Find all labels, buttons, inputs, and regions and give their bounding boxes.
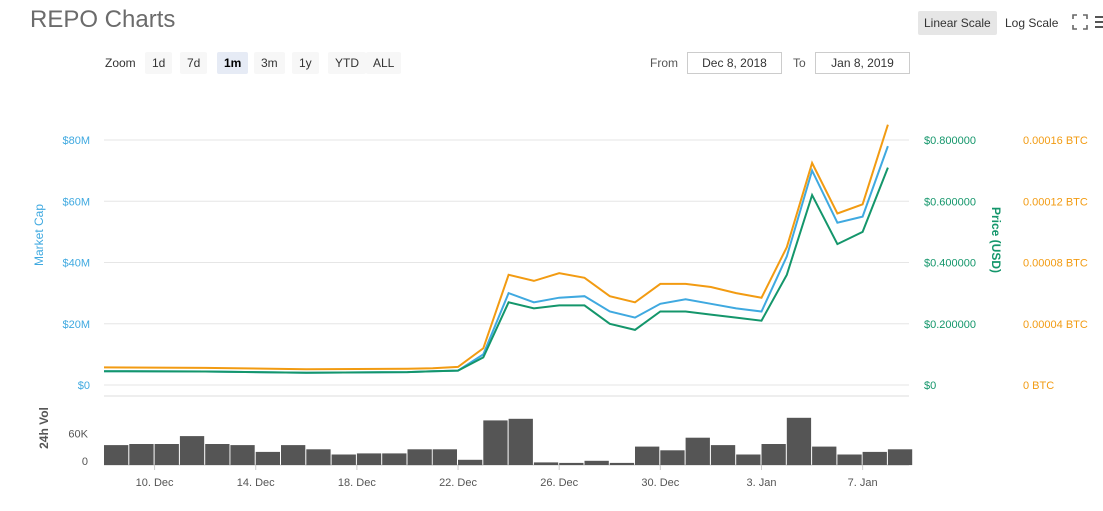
volume-bar xyxy=(862,451,887,465)
price-btc-tick: 0.00004 BTC xyxy=(1023,319,1088,331)
price-usd-line xyxy=(103,167,889,374)
x-tick-label: 7. Jan xyxy=(848,477,878,489)
x-tick-label: 10. Dec xyxy=(136,477,174,489)
market-cap-tick: $80M xyxy=(62,135,90,147)
volume-bar xyxy=(154,444,179,465)
volume-bar xyxy=(685,437,710,465)
volume-bar xyxy=(812,446,837,465)
volume-bar xyxy=(533,462,559,465)
x-tick-label: 14. Dec xyxy=(237,477,275,489)
x-tick-label: 3. Jan xyxy=(747,477,777,489)
price-usd-axis-label: Price (USD) xyxy=(989,207,1003,273)
price-chart[interactable]: $0 $20M $40M $60M $80M $0 $0.200000 $0.400000 $0… xyxy=(0,0,1103,511)
volume-bar xyxy=(736,454,761,465)
volume-tick: 0 xyxy=(82,456,88,468)
volume-bar xyxy=(609,462,635,465)
price-btc-tick: 0.00008 BTC xyxy=(1023,258,1088,270)
market-cap-tick: $20M xyxy=(62,319,90,331)
price-usd-tick: $0.400000 xyxy=(924,258,976,270)
volume-bar xyxy=(635,446,660,465)
x-tick-label: 22. Dec xyxy=(439,477,477,489)
volume-bar xyxy=(660,450,685,465)
price-btc-tick: 0.00012 BTC xyxy=(1023,196,1088,208)
price-usd-tick: $0.200000 xyxy=(924,319,976,331)
x-tick-label: 18. Dec xyxy=(338,477,376,489)
volume-bar xyxy=(786,417,812,466)
price-usd-tick: $0.600000 xyxy=(924,196,976,208)
volume-bar xyxy=(230,445,255,465)
volume-bar xyxy=(331,454,356,465)
volume-bar xyxy=(761,444,786,465)
market-cap-line xyxy=(103,145,889,374)
volume-axis-label: 24h Vol xyxy=(37,407,51,449)
price-btc-tick: 0.00016 BTC xyxy=(1023,135,1088,147)
x-tick-label: 30. Dec xyxy=(641,477,679,489)
price-btc-line xyxy=(103,124,889,371)
volume-bar xyxy=(306,449,331,466)
price-btc-tick: 0 BTC xyxy=(1023,380,1054,392)
volume-bar xyxy=(458,459,483,466)
volume-bar xyxy=(104,445,129,465)
price-usd-tick: $0 xyxy=(924,380,936,392)
market-cap-tick: $0 xyxy=(78,380,90,392)
volume-bar xyxy=(255,451,280,465)
volume-bar xyxy=(205,444,230,465)
volume-bar xyxy=(710,445,736,465)
volume-bar xyxy=(407,449,432,466)
volume-bar xyxy=(837,454,862,465)
volume-bar xyxy=(382,453,407,465)
volume-bar xyxy=(432,449,457,466)
market-cap-axis-label: Market Cap xyxy=(32,204,46,266)
volume-bar xyxy=(584,460,609,465)
volume-bar xyxy=(179,436,205,465)
volume-bar xyxy=(483,420,508,465)
volume-bar xyxy=(281,445,306,465)
volume-tick: 60K xyxy=(68,429,88,441)
x-tick-label: 26. Dec xyxy=(540,477,578,489)
market-cap-tick: $60M xyxy=(62,196,90,208)
price-usd-tick: $0.800000 xyxy=(924,135,976,147)
market-cap-tick: $40M xyxy=(62,258,90,270)
volume-bar xyxy=(508,418,533,465)
volume-bar xyxy=(887,449,913,466)
volume-bar xyxy=(559,462,584,465)
volume-bar xyxy=(356,453,382,465)
volume-bar xyxy=(129,444,154,465)
